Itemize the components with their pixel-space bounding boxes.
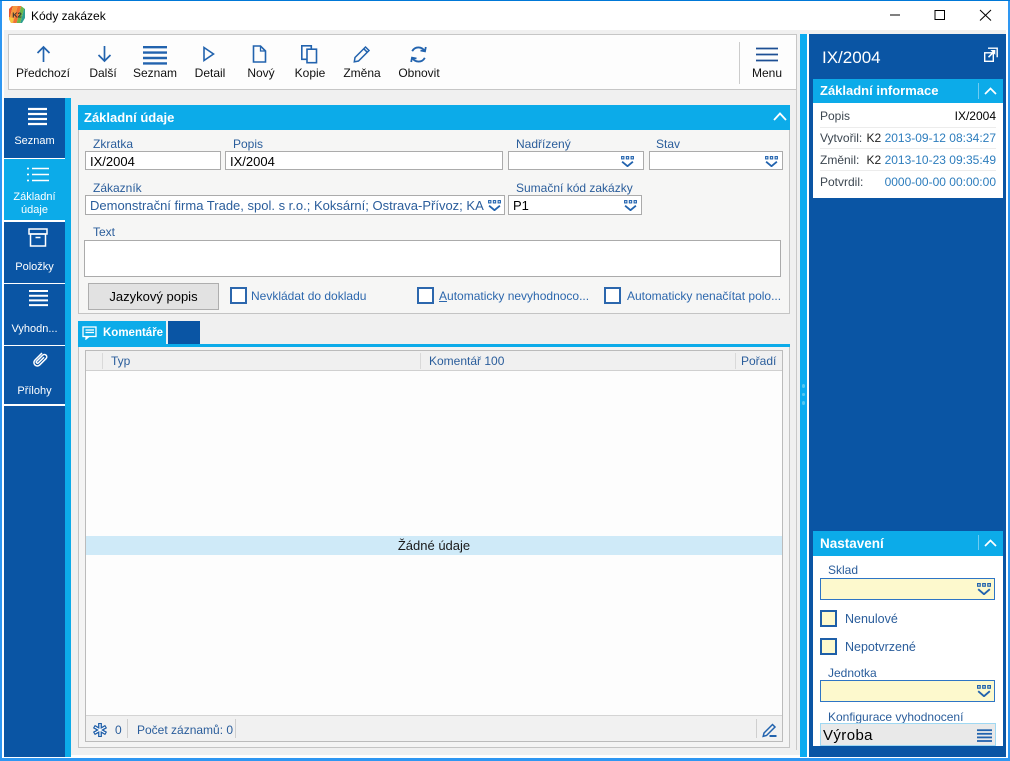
svg-text:K2: K2 [12, 11, 22, 20]
